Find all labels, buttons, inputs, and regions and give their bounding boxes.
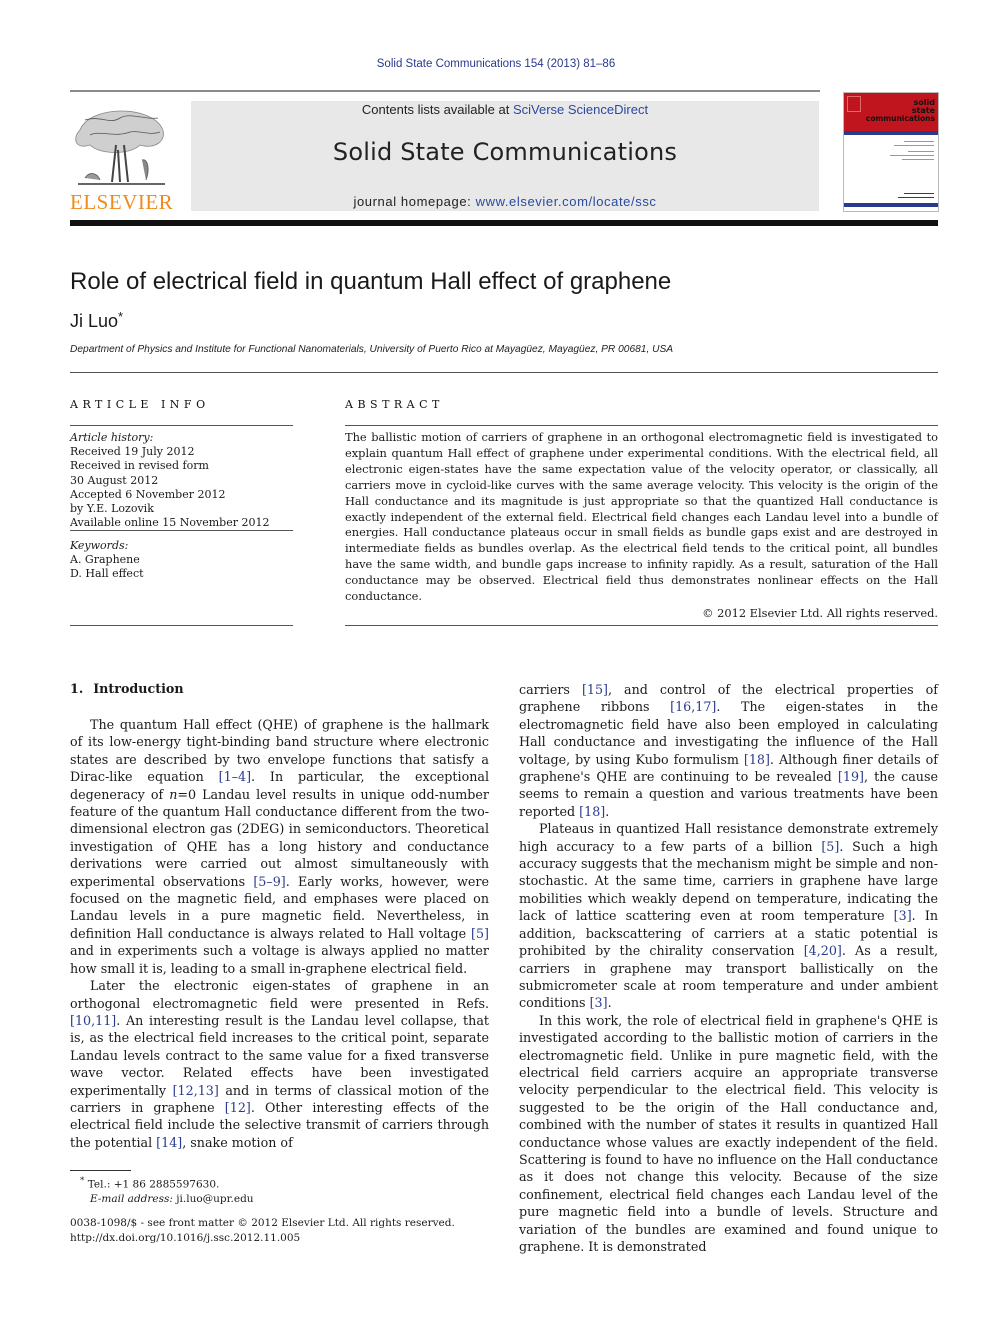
contents-prefix: Contents lists available at	[361, 102, 513, 117]
article-info-heading: ARTICLE INFO	[70, 398, 210, 411]
history-item: by Y.E. Lozovik	[70, 502, 154, 516]
reference-link[interactable]: [10,11]	[70, 1013, 116, 1028]
cover-emblem-icon	[847, 96, 861, 112]
reference-link[interactable]: [3]	[894, 908, 912, 923]
front-matter: 0038-1098/$ - see front matter © 2012 El…	[70, 1216, 455, 1245]
body-column-left: The quantum Hall effect (QHE) of graphen…	[70, 716, 489, 1151]
cover-text-line	[890, 155, 934, 156]
email-label: E-mail address:	[90, 1193, 173, 1205]
reference-link[interactable]: [15]	[582, 682, 608, 697]
elsevier-logo-text: ELSEVIER	[70, 190, 174, 214]
cover-title: solid state communications	[866, 99, 935, 123]
history-item: Received in revised form	[70, 459, 209, 473]
abstract-heading: ABSTRACT	[345, 398, 444, 411]
history-item: Received 19 July 2012	[70, 445, 195, 459]
article-title: Role of electrical field in quantum Hall…	[70, 268, 672, 295]
reference-link[interactable]: [16,17]	[670, 699, 716, 714]
author-name[interactable]: Ji Luo	[70, 311, 118, 331]
sciencedirect-link[interactable]: SciVerse ScienceDirect	[513, 102, 648, 117]
section-heading-introduction: 1. Introduction	[70, 681, 184, 696]
author-affiliation: Department of Physics and Institute for …	[70, 344, 674, 355]
corresponding-author-mark[interactable]: *	[118, 309, 123, 324]
reference-link[interactable]: [1–4]	[219, 769, 251, 784]
header-top-rule	[70, 90, 820, 92]
email-address[interactable]: ji.luo@upr.edu	[176, 1193, 253, 1205]
cover-text-line	[902, 159, 934, 160]
reference-link[interactable]: [5]	[471, 926, 489, 941]
reference-link[interactable]: [14]	[156, 1135, 182, 1150]
homepage-link[interactable]: www.elsevier.com/locate/ssc	[476, 194, 657, 209]
affiliation-rule	[70, 372, 938, 373]
cover-text-line	[898, 197, 934, 198]
abstract-copyright: © 2012 Elsevier Ltd. All rights reserved…	[702, 606, 938, 620]
cover-blue-band	[844, 131, 938, 135]
reference-link[interactable]: [19]	[838, 769, 864, 784]
journal-citation[interactable]: Solid State Communications 154 (2013) 81…	[0, 58, 992, 70]
section-number: 1.	[70, 681, 84, 696]
keywords: Keywords: A. Graphene D. Hall effect	[70, 539, 293, 582]
footnote-rule	[70, 1170, 131, 1171]
keyword-item: A. Graphene	[70, 553, 140, 567]
cover-title-line: communications	[865, 114, 935, 123]
keywords-label: Keywords:	[70, 539, 129, 552]
section-title: Introduction	[93, 681, 184, 696]
divider	[70, 530, 293, 531]
cover-blue-band	[844, 203, 938, 207]
journal-title: Solid State Communications	[332, 138, 678, 166]
divider	[70, 425, 293, 426]
reference-link[interactable]: [18]	[579, 804, 605, 819]
author-line: Ji Luo*	[70, 309, 123, 332]
doi-link[interactable]: http://dx.doi.org/10.1016/j.ssc.2012.11.…	[70, 1231, 455, 1246]
body-paragraph: The quantum Hall effect (QHE) of graphen…	[70, 717, 490, 976]
cover-text-line	[904, 193, 934, 194]
homepage-prefix: journal homepage:	[353, 194, 476, 209]
reference-link[interactable]: [12]	[225, 1100, 251, 1115]
article-history: Article history: Received 19 July 2012 R…	[70, 431, 293, 530]
issn-line: 0038-1098/$ - see front matter © 2012 El…	[70, 1217, 455, 1229]
reference-link[interactable]: [12,13]	[173, 1083, 219, 1098]
article-history-label: Article history:	[70, 431, 154, 444]
cover-text-line	[894, 145, 934, 146]
reference-link[interactable]: [5]	[821, 839, 839, 854]
journal-cover-thumbnail[interactable]: solid state communications	[843, 92, 939, 212]
footnote-tel-line: * Tel.: +1 86 2885597630.	[80, 1174, 254, 1192]
body-paragraph: carriers [15], and control of the electr…	[519, 682, 938, 819]
history-item: 30 August 2012	[70, 473, 159, 487]
keyword-item: D. Hall effect	[70, 567, 144, 581]
cover-text-line	[904, 141, 934, 142]
history-item: Available online 15 November 2012	[70, 516, 270, 530]
reference-link[interactable]: [4,20]	[804, 943, 842, 958]
history-item: Accepted 6 November 2012	[70, 487, 226, 501]
body-paragraph: In this work, the role of electrical fie…	[519, 1012, 938, 1254]
body-paragraph: Plateaus in quantized Hall resistance de…	[519, 821, 938, 1011]
footnote: * Tel.: +1 86 2885597630. E-mail address…	[80, 1174, 254, 1207]
cover-text-line	[908, 151, 934, 152]
footnote-tel: Tel.: +1 86 2885597630.	[87, 1178, 220, 1191]
math-variable: n	[169, 786, 178, 802]
divider	[70, 625, 293, 626]
journal-homepage-line: journal homepage: www.elsevier.com/locat…	[191, 194, 819, 209]
body-paragraph: Later the electronic eigen-states of gra…	[70, 978, 489, 1150]
abstract-text: The ballistic motion of carriers of grap…	[345, 430, 938, 604]
footnote-mark: *	[80, 1176, 85, 1186]
divider	[345, 425, 938, 426]
header-thick-rule	[70, 220, 938, 226]
footnote-email-line: E-mail address: ji.luo@upr.edu	[80, 1192, 254, 1207]
reference-link[interactable]: [3]	[590, 995, 608, 1010]
reference-link[interactable]: [18]	[744, 752, 770, 767]
divider	[345, 625, 938, 626]
reference-link[interactable]: [5–9]	[253, 874, 285, 889]
contents-line: Contents lists available at SciVerse Sci…	[191, 102, 819, 117]
body-column-right: carriers [15], and control of the electr…	[519, 681, 938, 1255]
